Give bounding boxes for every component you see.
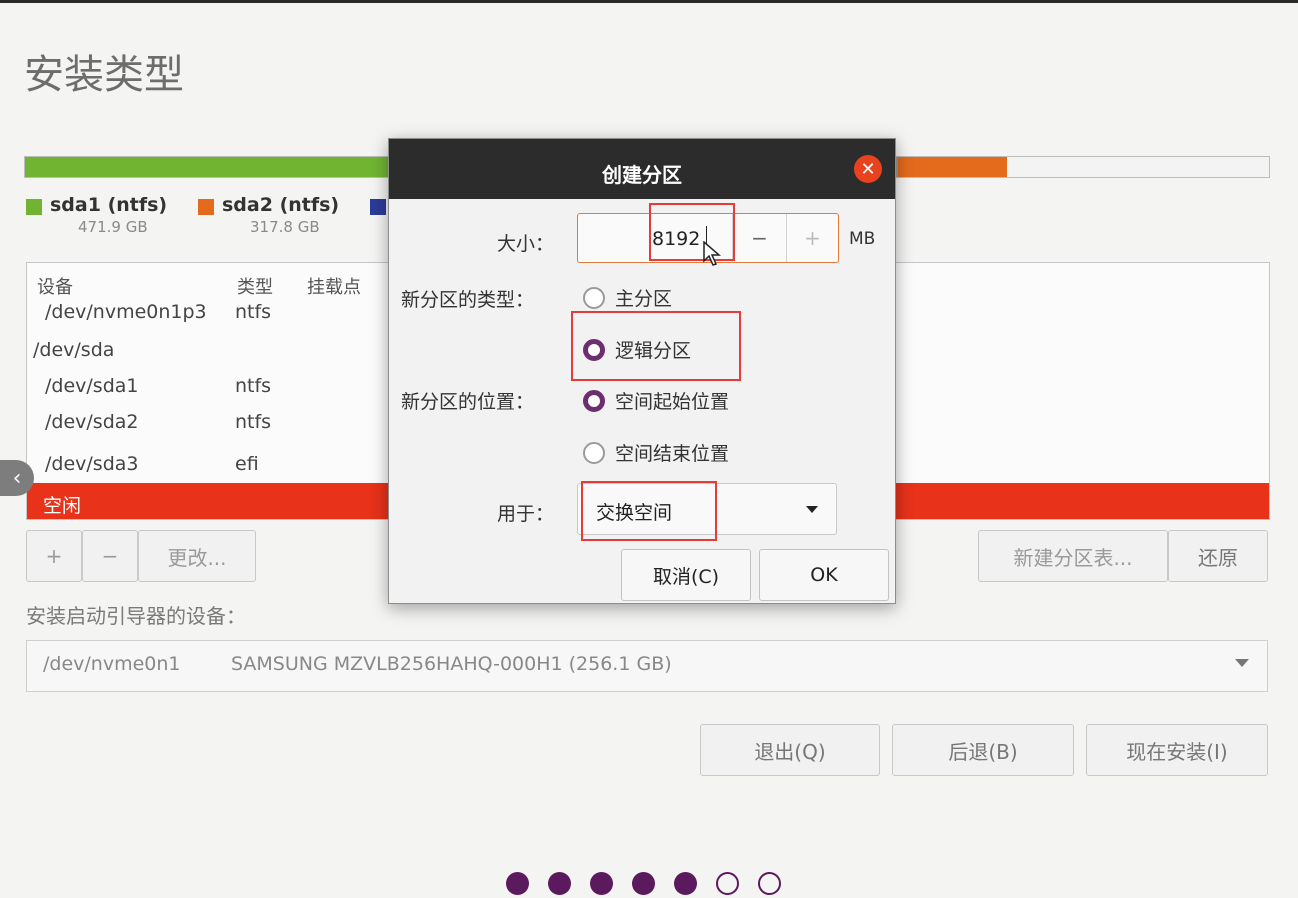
size-input[interactable]: 8192: [652, 228, 700, 250]
ok-button[interactable]: OK: [759, 549, 889, 601]
use-as-label: 用于：: [497, 503, 555, 525]
add-partition-button[interactable]: +: [26, 530, 82, 582]
legend-sda3: [370, 194, 386, 215]
revert-button[interactable]: 还原: [1168, 530, 1268, 582]
boot-device-model: SAMSUNG MZVLB256HAHQ-000H1 (256.1 GB): [231, 653, 672, 675]
bootloader-device-select[interactable]: /dev/nvme0n1 SAMSUNG MZVLB256HAHQ-000H1 …: [26, 640, 1268, 692]
row-type: ntfs: [235, 375, 272, 397]
row-device: /dev/nvme0n1p3: [45, 301, 207, 323]
remove-partition-button[interactable]: −: [82, 530, 138, 582]
radio-circle: [583, 286, 605, 309]
sda1-segment: [25, 157, 390, 177]
page-title: 安装类型: [24, 52, 184, 98]
free-space-label: 空闲: [43, 495, 82, 517]
mouse-pointer-icon: [703, 241, 721, 266]
increment-button[interactable]: +: [786, 214, 838, 262]
legend-swatch: [370, 199, 386, 215]
use-as-value: 交换空间: [596, 502, 673, 524]
radio-primary-partition[interactable]: 主分区: [583, 284, 672, 311]
row-type: efi: [235, 453, 259, 475]
row-device: /dev/sda: [33, 339, 115, 361]
row-device: /dev/sda1: [45, 375, 139, 397]
cancel-button[interactable]: 取消(C): [621, 549, 751, 601]
step-dot: [716, 872, 739, 895]
close-icon[interactable]: ✕: [854, 155, 882, 183]
step-dot: [590, 872, 613, 895]
legend-sda1: sda1 (ntfs) 471.9 GB: [26, 194, 167, 236]
change-partition-button[interactable]: 更改...: [138, 530, 256, 582]
legend-size: 471.9 GB: [78, 218, 148, 236]
dialog-titlebar[interactable]: 创建分区 ✕: [389, 139, 895, 199]
quit-button[interactable]: 退出(Q): [700, 724, 880, 776]
install-now-button[interactable]: 现在安装(I): [1086, 724, 1268, 776]
radio-circle-selected: [583, 389, 605, 412]
row-device: /dev/sda3: [45, 453, 139, 475]
legend-name: sda1 (ntfs): [50, 194, 168, 216]
radio-circle: [583, 441, 605, 464]
back-button[interactable]: 后退(B): [892, 724, 1074, 776]
dialog-title: 创建分区: [602, 163, 682, 187]
legend-swatch: [26, 199, 42, 215]
step-dot: [548, 872, 571, 895]
size-label: 大小：: [497, 233, 555, 255]
location-label: 新分区的位置：: [401, 391, 535, 413]
row-device: /dev/sda2: [45, 411, 139, 433]
new-partition-table-button[interactable]: 新建分区表...: [978, 530, 1168, 582]
bootloader-device-label: 安装启动引导器的设备：: [26, 604, 246, 628]
radio-label: 空间起始位置: [615, 391, 730, 413]
radio-location-end[interactable]: 空间结束位置: [583, 439, 729, 466]
use-as-select[interactable]: 交换空间: [577, 483, 837, 535]
radio-circle-selected: [583, 338, 605, 361]
create-partition-dialog: 创建分区 ✕ 大小： 8192 − + MB 新分区的类型： 主分区 逻辑分区 …: [388, 138, 896, 604]
step-dot: [674, 872, 697, 895]
radio-label: 逻辑分区: [615, 340, 692, 362]
boot-device-path: /dev/nvme0n1: [43, 653, 181, 675]
free-segment: [1007, 157, 1269, 177]
radio-location-start[interactable]: 空间起始位置: [583, 387, 729, 414]
size-unit: MB: [849, 229, 876, 249]
progress-steps: [506, 872, 781, 895]
legend-name: sda2 (ntfs): [222, 194, 340, 216]
type-label: 新分区的类型：: [401, 289, 535, 311]
chevron-down-icon: [1235, 659, 1249, 667]
chevron-down-icon: [806, 506, 818, 513]
row-type: ntfs: [235, 411, 272, 433]
top-border: [0, 0, 1298, 3]
decrement-button[interactable]: −: [732, 214, 786, 262]
step-dot: [506, 872, 529, 895]
radio-logical-partition[interactable]: 逻辑分区: [583, 336, 691, 363]
row-type: ntfs: [235, 301, 272, 323]
step-dot: [758, 872, 781, 895]
radio-label: 空间结束位置: [615, 443, 730, 465]
step-dot: [632, 872, 655, 895]
sda2-segment: [898, 157, 1007, 177]
legend-swatch: [198, 199, 214, 215]
legend-sda2: sda2 (ntfs) 317.8 GB: [198, 194, 339, 236]
radio-label: 主分区: [615, 288, 673, 310]
legend-size: 317.8 GB: [250, 218, 320, 236]
